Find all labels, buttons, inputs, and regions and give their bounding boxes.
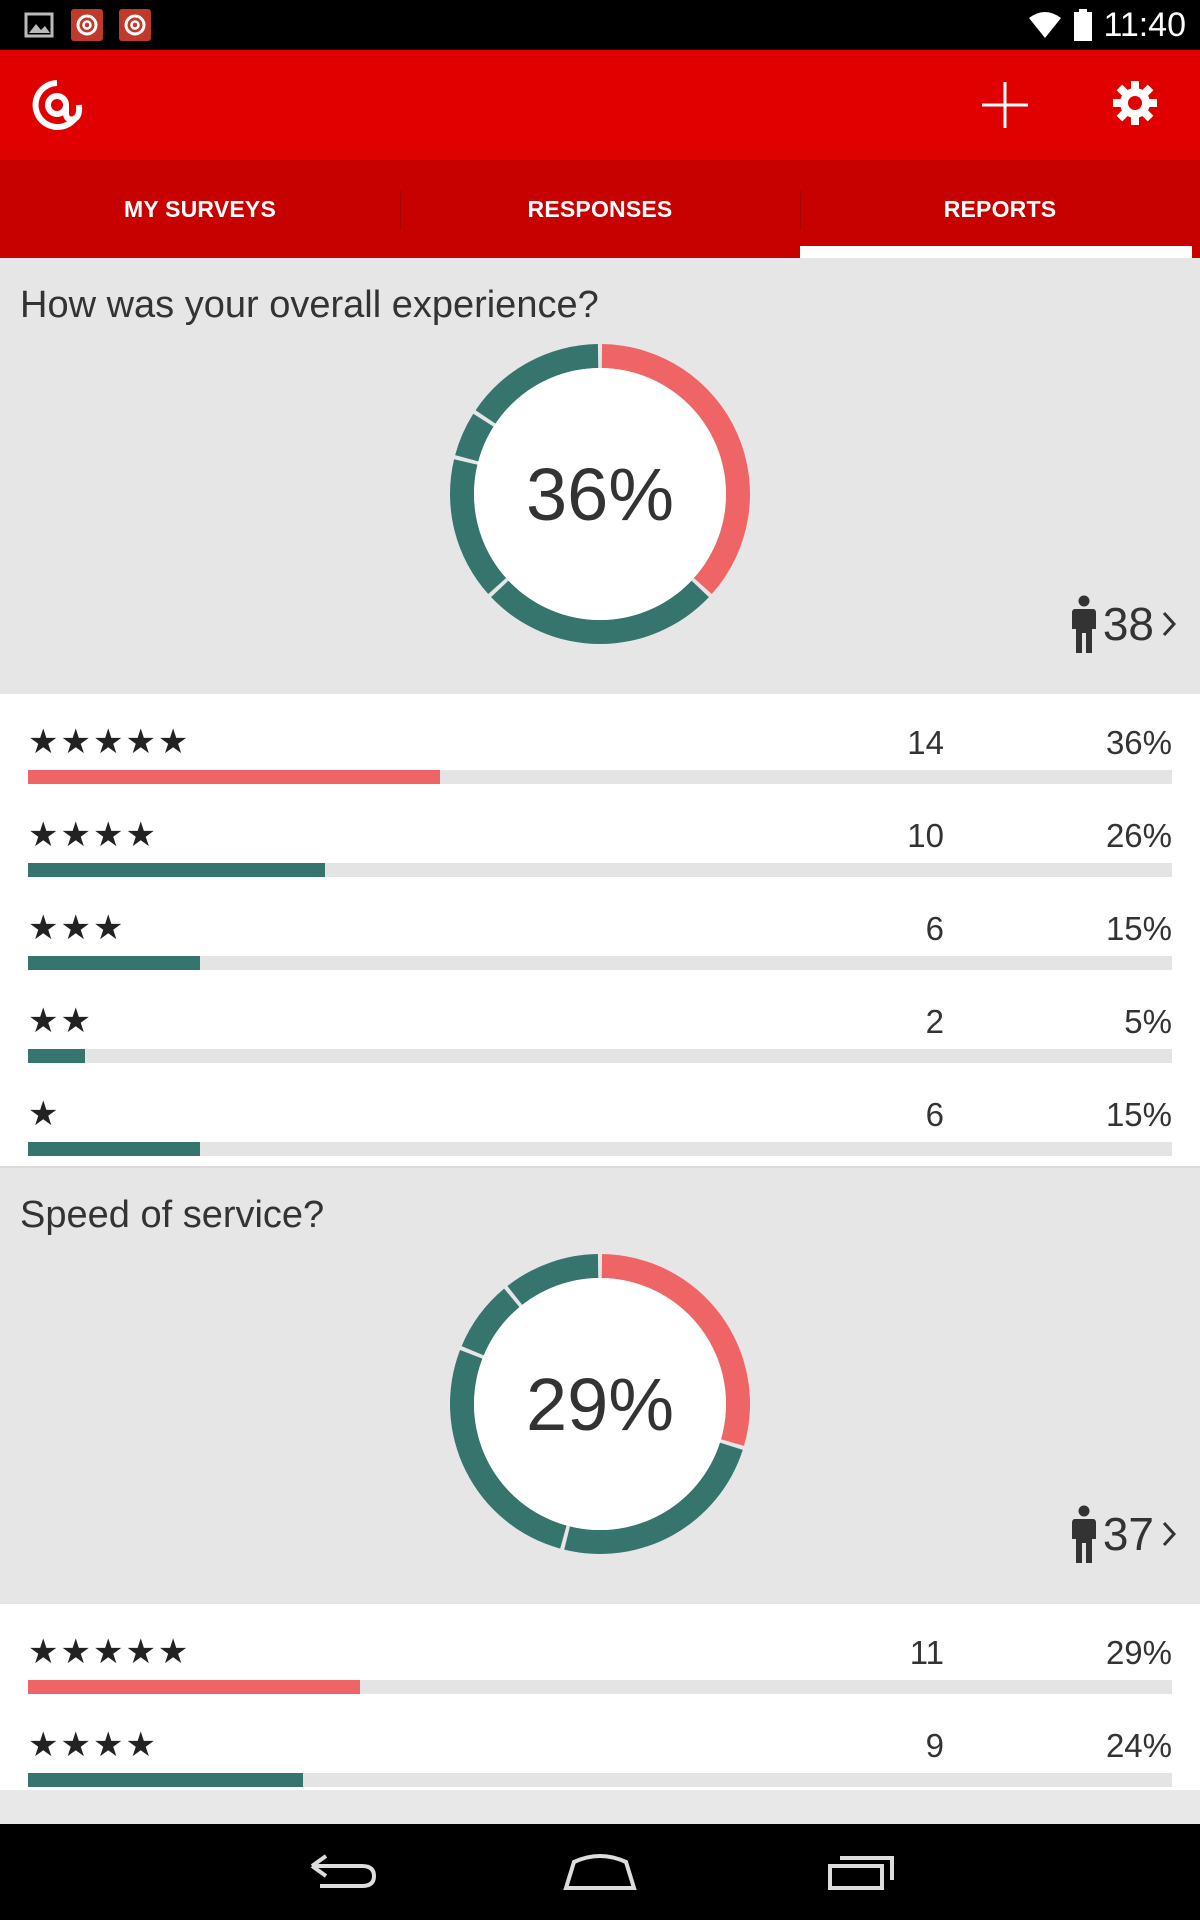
rating-row: ★★★ 6 15%: [0, 880, 1200, 973]
tab-label: REPORTS: [943, 195, 1057, 222]
rating-row: ★★★★★ 11 29%: [0, 1604, 1200, 1697]
rating-bar-fill: [28, 956, 200, 970]
back-icon[interactable]: [290, 1842, 390, 1902]
rating-row: ★ 6 15%: [0, 1066, 1200, 1166]
respondents-link[interactable]: 38: [1071, 594, 1178, 654]
top-rating-percent: 36%: [525, 452, 675, 536]
rating-bar-track: [28, 956, 1172, 970]
notification-icons: [22, 8, 152, 42]
question-title: Speed of service?: [20, 1194, 325, 1236]
rating-bar-track: [28, 1773, 1172, 1787]
clock: 11:40: [1103, 5, 1186, 44]
rating-bar-track: [28, 1680, 1172, 1694]
rating-bar-fill: [28, 1680, 360, 1694]
home-icon[interactable]: [550, 1842, 650, 1902]
rating-breakdown: ★★★★★ 14 36% ★★★★ 10 26% ★★★ 6 15% ★★ 2 …: [0, 694, 1200, 1166]
question-title: How was your overall experience?: [20, 284, 599, 326]
battery-icon: [1074, 9, 1093, 41]
app-notification-icon: [71, 9, 103, 41]
rating-bar-fill: [28, 770, 440, 784]
rating-bar-track: [28, 770, 1172, 784]
tab-my-surveys[interactable]: MY SURVEYS: [0, 160, 400, 258]
rating-percent: 15%: [1105, 910, 1172, 947]
respondent-count: 37: [1102, 1508, 1154, 1560]
rating-percent: 29%: [1105, 1634, 1172, 1671]
rating-percent: 5%: [1124, 1003, 1172, 1040]
rating-count: 9: [925, 1727, 944, 1764]
rating-bar-fill: [28, 1049, 86, 1063]
image-icon: [24, 12, 54, 38]
chevron-right-icon: [1162, 611, 1177, 637]
rating-count: 10: [907, 817, 944, 854]
app-bar: [0, 50, 1200, 160]
rating-count: 14: [907, 724, 944, 761]
star-rating: ★★★★: [28, 1726, 158, 1764]
chevron-right-icon: [1162, 1521, 1177, 1547]
rating-count: 6: [925, 1096, 944, 1133]
report-list[interactable]: How was your overall experience? 36% 38 …: [0, 258, 1200, 1824]
tab-reports[interactable]: REPORTS: [800, 160, 1200, 258]
rating-row: ★★★★★ 14 36%: [0, 694, 1200, 787]
rating-count: 2: [925, 1003, 944, 1040]
rating-bar-fill: [28, 1773, 303, 1787]
person-icon: [1071, 1505, 1096, 1563]
add-icon[interactable]: [978, 78, 1032, 132]
star-rating: ★★★★★: [28, 1633, 191, 1671]
question-summary: How was your overall experience? 36% 38: [0, 258, 1200, 694]
top-rating-percent: 29%: [525, 1362, 675, 1446]
question-summary: Speed of service? 29% 37: [0, 1168, 1200, 1604]
system-nav-bar: [0, 1824, 1200, 1920]
rating-row: ★★ 2 5%: [0, 973, 1200, 1066]
star-rating: ★★★★: [28, 816, 158, 854]
person-icon: [1071, 595, 1096, 653]
question-card: Speed of service? 29% 37 ★★★★★ 11 29% ★★…: [0, 1168, 1200, 1790]
tab-label: RESPONSES: [527, 195, 673, 222]
tab-label: MY SURVEYS: [124, 195, 276, 222]
tab-responses[interactable]: RESPONSES: [400, 160, 800, 258]
rating-count: 11: [909, 1634, 944, 1671]
status-bar: 11:40: [0, 0, 1200, 50]
rating-percent: 36%: [1105, 724, 1172, 761]
wifi-icon: [1029, 12, 1062, 38]
question-card: How was your overall experience? 36% 38 …: [0, 258, 1200, 1166]
star-rating: ★: [28, 1095, 61, 1133]
respondent-count: 38: [1102, 598, 1154, 650]
rating-bar-track: [28, 863, 1172, 877]
rating-percent: 26%: [1105, 817, 1172, 854]
rating-breakdown: ★★★★★ 11 29% ★★★★ 9 24%: [0, 1604, 1200, 1790]
recents-icon[interactable]: [810, 1842, 910, 1902]
rating-percent: 24%: [1105, 1727, 1172, 1764]
star-rating: ★★★: [28, 909, 126, 947]
respondents-link[interactable]: 37: [1071, 1504, 1178, 1564]
rating-percent: 15%: [1105, 1096, 1172, 1133]
rating-bar-track: [28, 1049, 1172, 1063]
at-logo-icon: [32, 80, 83, 130]
rating-bar-fill: [28, 863, 326, 877]
rating-bar-fill: [28, 1142, 200, 1156]
app-notification-icon: [119, 9, 151, 41]
rating-count: 6: [925, 910, 944, 947]
star-rating: ★★: [28, 1002, 93, 1040]
rating-row: ★★★★ 10 26%: [0, 787, 1200, 880]
rating-bar-track: [28, 1142, 1172, 1156]
tab-bar: MY SURVEYS RESPONSES REPORTS: [0, 160, 1200, 258]
rating-row: ★★★★ 9 24%: [0, 1697, 1200, 1790]
star-rating: ★★★★★: [28, 723, 191, 761]
gear-icon[interactable]: [1110, 78, 1160, 128]
